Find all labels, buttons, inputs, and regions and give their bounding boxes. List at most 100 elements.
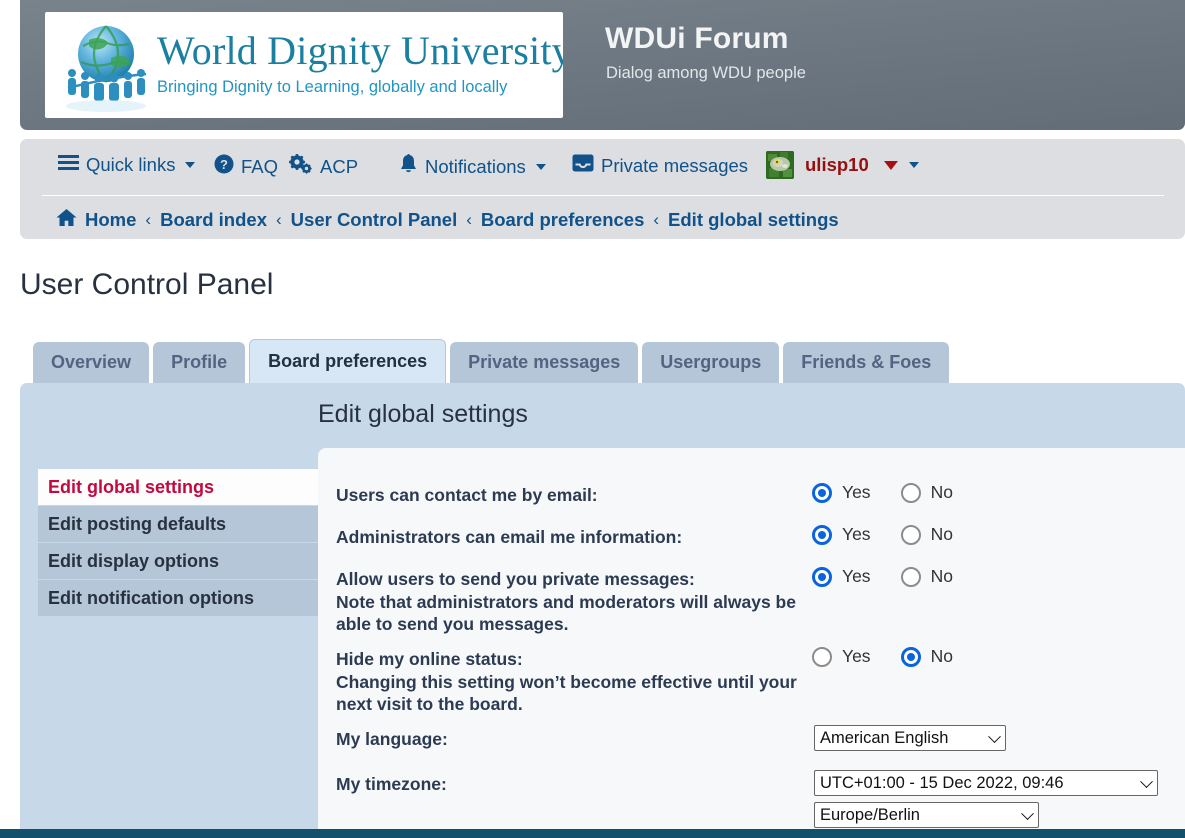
breadcrumb-item-home[interactable]: Home bbox=[85, 209, 136, 231]
chevron-down-icon bbox=[908, 162, 919, 168]
radio-option-yes[interactable]: Yes bbox=[812, 646, 871, 667]
tab-board-preferences[interactable]: Board preferences bbox=[249, 339, 447, 383]
logo-subtitle: Bringing Dignity to Learning, globally a… bbox=[157, 78, 508, 96]
site-description: Dialog among WDU people bbox=[606, 64, 806, 82]
nav-divider bbox=[42, 195, 1164, 196]
page-root: World Dignity University Bringing Dignit… bbox=[0, 0, 1185, 838]
radio-yes-icon[interactable] bbox=[812, 482, 832, 503]
language-select[interactable]: American English bbox=[814, 725, 1006, 751]
nav-acp-label: ACP bbox=[320, 156, 359, 177]
bell-icon bbox=[399, 154, 418, 180]
question-circle-icon: ? bbox=[214, 154, 234, 179]
radio-option-no[interactable]: No bbox=[900, 524, 953, 545]
sidebar-item-edit-global-settings[interactable]: Edit global settings bbox=[38, 469, 318, 506]
breadcrumb-item-board-index[interactable]: Board index bbox=[160, 209, 267, 231]
navigation-bar: Quick links ? FAQ ACP Notifications Priv… bbox=[20, 139, 1185, 239]
home-icon bbox=[56, 208, 77, 232]
site-title: WDUi Forum bbox=[605, 22, 789, 55]
logo-title: World Dignity University bbox=[157, 28, 563, 73]
breadcrumb-item-edit-global-settings[interactable]: Edit global settings bbox=[668, 209, 839, 231]
sidebar-item-edit-posting-defaults[interactable]: Edit posting defaults bbox=[38, 506, 318, 543]
breadcrumb-item-user-control-panel[interactable]: User Control Panel bbox=[291, 209, 458, 231]
double-gear-icon bbox=[289, 154, 313, 180]
tab-usergroups[interactable]: Usergroups bbox=[642, 342, 780, 383]
radio-option-yes[interactable]: Yes bbox=[812, 482, 871, 503]
user-avatar-thumbnail-icon bbox=[766, 151, 794, 179]
form-label-hide-online-status: Hide my online status: Changing this set… bbox=[336, 648, 806, 716]
radio-no-icon[interactable] bbox=[900, 524, 921, 545]
tab-private-messages[interactable]: Private messages bbox=[450, 342, 639, 383]
radio-no-label: No bbox=[930, 646, 953, 666]
chevron-down-icon bbox=[883, 160, 898, 170]
radio-no-icon[interactable] bbox=[900, 566, 921, 587]
form-label-allow-private-messages: Allow users to send you private messages… bbox=[336, 568, 806, 636]
breadcrumb-separator: ‹ bbox=[145, 210, 152, 229]
ucp-tab-bar: Overview Profile Board preferences Priva… bbox=[33, 339, 950, 383]
nav-acp[interactable]: ACP bbox=[289, 154, 358, 180]
tab-profile[interactable]: Profile bbox=[153, 342, 246, 383]
tab-friends-foes[interactable]: Friends & Foes bbox=[783, 342, 950, 383]
nav-quick-links-label: Quick links bbox=[86, 154, 176, 175]
nav-faq-label: FAQ bbox=[241, 155, 279, 177]
radio-option-no[interactable]: No bbox=[900, 482, 953, 503]
radio-group-allow-private-messages: Yes No bbox=[812, 566, 953, 587]
globe-people-logo-icon bbox=[66, 25, 147, 112]
radio-group-contact-by-email: Yes No bbox=[812, 482, 953, 503]
form-label-text: Allow users to send you private messages… bbox=[336, 569, 695, 589]
radio-no-icon[interactable] bbox=[900, 482, 921, 503]
site-header: World Dignity University Bringing Dignit… bbox=[20, 0, 1185, 130]
form-label-timezone: My timezone: bbox=[336, 774, 447, 794]
chevron-down-icon bbox=[535, 164, 546, 170]
nav-faq[interactable]: ? FAQ bbox=[214, 154, 278, 179]
nav-user-menu[interactable]: ulisp10 bbox=[766, 151, 919, 179]
radio-yes-label: Yes bbox=[842, 646, 871, 666]
radio-yes-icon[interactable] bbox=[812, 646, 832, 667]
page-title: User Control Panel bbox=[20, 268, 274, 301]
nav-notifications[interactable]: Notifications bbox=[399, 154, 546, 180]
form-label-admin-email: Administrators can email me information: bbox=[336, 527, 683, 547]
hamburger-icon bbox=[58, 154, 79, 176]
breadcrumb-item-board-preferences[interactable]: Board preferences bbox=[481, 209, 644, 231]
panel-heading: Edit global settings bbox=[318, 400, 528, 428]
radio-yes-label: Yes bbox=[842, 482, 871, 502]
nav-username-label: ulisp10 bbox=[805, 154, 869, 175]
tab-overview[interactable]: Overview bbox=[33, 342, 150, 383]
form-note-text: Note that administrators and moderators … bbox=[336, 591, 796, 635]
breadcrumb-separator: ‹ bbox=[466, 210, 472, 229]
nav-quick-links[interactable]: Quick links bbox=[58, 154, 196, 176]
form-note-text: Changing this setting won’t become effec… bbox=[336, 671, 797, 715]
sidebar-item-edit-notification-options[interactable]: Edit notification options bbox=[38, 580, 318, 617]
radio-yes-icon[interactable] bbox=[812, 524, 832, 545]
radio-no-icon[interactable] bbox=[900, 646, 921, 667]
breadcrumb-separator: ‹ bbox=[653, 210, 660, 229]
timezone-select[interactable]: UTC+01:00 - 15 Dec 2022, 09:46 bbox=[814, 770, 1158, 796]
site-logo[interactable]: World Dignity University Bringing Dignit… bbox=[45, 12, 563, 118]
inbox-icon bbox=[572, 154, 594, 177]
svg-text:?: ? bbox=[220, 157, 228, 172]
radio-no-label: No bbox=[930, 524, 953, 544]
nav-notifications-label: Notifications bbox=[425, 156, 526, 177]
breadcrumb: Home ‹ Board index ‹ User Control Panel … bbox=[56, 202, 839, 238]
radio-group-hide-online-status: Yes No bbox=[812, 646, 953, 667]
radio-group-admin-email: Yes No bbox=[812, 524, 953, 545]
footer-accent-bar bbox=[0, 829, 1185, 838]
sidebar-item-edit-display-options[interactable]: Edit display options bbox=[38, 543, 318, 580]
radio-yes-icon[interactable] bbox=[812, 566, 832, 587]
radio-yes-label: Yes bbox=[842, 566, 871, 586]
form-label-language: My language: bbox=[336, 729, 448, 749]
radio-option-yes[interactable]: Yes bbox=[812, 566, 871, 587]
chevron-down-icon bbox=[185, 162, 196, 168]
radio-option-no[interactable]: No bbox=[900, 646, 953, 667]
nav-private-messages-label: Private messages bbox=[601, 154, 749, 176]
timezone-region-select[interactable]: Europe/Berlin bbox=[814, 802, 1039, 828]
form-label-contact-by-email: Users can contact me by email: bbox=[336, 485, 598, 505]
ucp-sidebar: Edit global settings Edit posting defaul… bbox=[38, 469, 318, 617]
nav-private-messages[interactable]: Private messages bbox=[572, 154, 748, 177]
radio-yes-label: Yes bbox=[842, 524, 871, 544]
breadcrumb-separator: ‹ bbox=[276, 210, 282, 229]
radio-no-label: No bbox=[930, 566, 953, 586]
radio-option-yes[interactable]: Yes bbox=[812, 524, 871, 545]
radio-option-no[interactable]: No bbox=[900, 566, 953, 587]
form-label-text: Hide my online status: bbox=[336, 649, 523, 669]
radio-no-label: No bbox=[930, 482, 953, 502]
